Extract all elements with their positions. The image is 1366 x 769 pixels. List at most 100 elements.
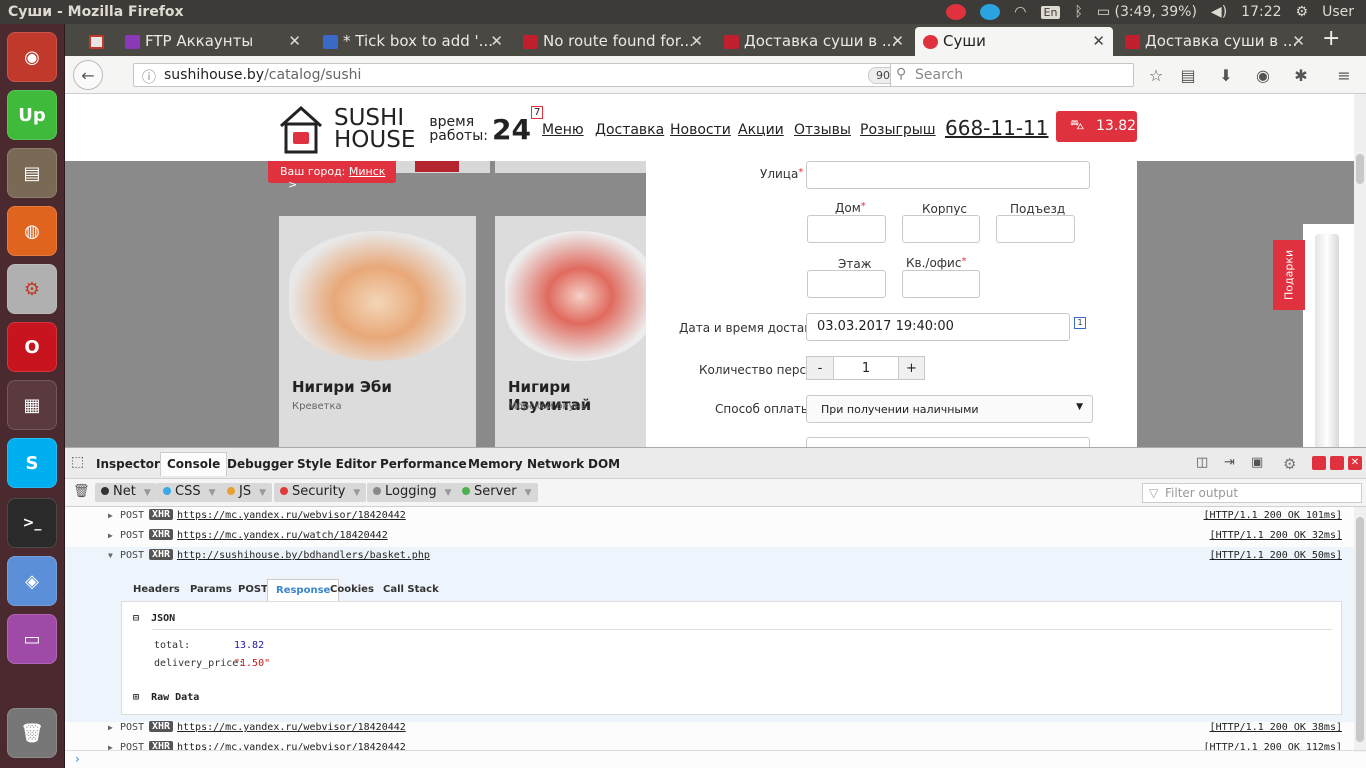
json-section-header[interactable]: ⊟ JSON bbox=[133, 613, 175, 624]
record-icon[interactable] bbox=[946, 4, 967, 20]
close-tab-icon[interactable]: ✕ bbox=[891, 32, 904, 50]
devtools-settings-icon[interactable]: ⚙ bbox=[1283, 455, 1296, 473]
tab-delivery-2[interactable]: Доставка суши в ... ✕ bbox=[1117, 27, 1313, 56]
filter-net-button[interactable]: Net ▼ bbox=[95, 483, 157, 502]
tab-ftp[interactable]: FTP Аккаунты ✕ bbox=[117, 27, 309, 56]
console-input[interactable]: › bbox=[65, 750, 1366, 769]
close-tab-icon[interactable]: ✕ bbox=[490, 32, 503, 50]
ubuntu-dash-icon[interactable]: ◉ bbox=[7, 32, 57, 82]
korpus-input[interactable] bbox=[902, 215, 980, 243]
apt-input[interactable] bbox=[902, 270, 980, 298]
close-tab-icon[interactable]: ✕ bbox=[1092, 32, 1105, 50]
reading-list-icon[interactable]: ▤ bbox=[1175, 62, 1201, 88]
app-window-icon[interactable]: ▭ bbox=[7, 614, 57, 664]
payment-select[interactable]: При получении наличными ▼ bbox=[806, 395, 1093, 423]
close-tab-icon[interactable]: ✕ bbox=[288, 32, 301, 50]
back-button[interactable]: ← bbox=[73, 60, 103, 90]
clear-console-icon[interactable]: 🗑 bbox=[73, 484, 90, 499]
site-logo[interactable]: SUSHI HOUSE время работы: 24 7 bbox=[278, 104, 544, 154]
volume-icon[interactable]: ◀) bbox=[1211, 4, 1227, 20]
phone-number[interactable]: 668-11-11 bbox=[945, 116, 1049, 140]
bluetooth-icon[interactable]: ᛒ bbox=[1074, 4, 1082, 20]
url-bar[interactable]: ⓘ sushihouse.by/catalog/sushi 90% ↻ bbox=[133, 63, 948, 87]
collapse-arrow-icon[interactable]: ▼ bbox=[108, 551, 113, 560]
house-input[interactable] bbox=[807, 215, 886, 243]
close-devtools-icon[interactable]: ✕ bbox=[1348, 456, 1362, 470]
add-button-partial[interactable] bbox=[415, 161, 459, 172]
expand-arrow-icon[interactable]: ▶ bbox=[108, 531, 113, 540]
terminal-icon[interactable]: >_ bbox=[7, 498, 57, 548]
request-url[interactable]: http://sushihouse.by/bdhandlers/basket.p… bbox=[177, 550, 430, 561]
skype-icon[interactable]: S bbox=[7, 438, 57, 488]
tab-style-editor[interactable]: Style Editor bbox=[297, 457, 376, 471]
nav-reviews[interactable]: Отзывы bbox=[794, 122, 851, 138]
tab-console[interactable]: Console bbox=[160, 452, 228, 476]
request-status[interactable]: [HTTP/1.1 200 OK 101ms] bbox=[1204, 510, 1342, 521]
console-scrollbar[interactable] bbox=[1354, 507, 1366, 752]
tab-no-route[interactable]: No route found for... ✕ bbox=[515, 27, 711, 56]
virtualbox-icon[interactable]: ◈ bbox=[7, 556, 57, 606]
street-input[interactable] bbox=[806, 161, 1090, 189]
scrollbar-thumb[interactable] bbox=[1356, 154, 1364, 184]
tab-performance[interactable]: Performance bbox=[380, 457, 467, 471]
city-selector[interactable]: Ваш город: Минск > bbox=[268, 161, 396, 191]
search-input[interactable]: ⚲ Search bbox=[890, 63, 1134, 87]
request-status[interactable]: [HTTP/1.1 200 OK 50ms] bbox=[1210, 550, 1342, 561]
firefox-icon[interactable]: ◍ bbox=[7, 206, 57, 256]
tab-debugger[interactable]: Debugger bbox=[227, 457, 293, 471]
request-url[interactable]: https://mc.yandex.ru/webvisor/18420442 bbox=[177, 510, 406, 521]
expand-icon[interactable]: ⊞ bbox=[133, 692, 139, 703]
nav-menu[interactable]: Меню bbox=[542, 122, 584, 138]
dock-side-icon[interactable]: ◫ bbox=[1196, 455, 1208, 470]
nav-promos[interactable]: Акции bbox=[738, 122, 784, 138]
wifi-icon[interactable]: ◠ bbox=[1014, 4, 1026, 20]
filter-server-button[interactable]: Server ▼ bbox=[456, 483, 538, 502]
persons-plus-button[interactable]: + bbox=[898, 357, 924, 379]
system-settings-icon[interactable]: ⚙ bbox=[7, 264, 57, 314]
settings-gear-icon[interactable]: ⚙ bbox=[1296, 4, 1309, 20]
filter-js-button[interactable]: JS ▼ bbox=[221, 483, 273, 502]
floor-input[interactable] bbox=[807, 270, 886, 298]
filter-security-button[interactable]: Security ▼ bbox=[274, 483, 367, 502]
product-name[interactable]: Нигири Эби bbox=[292, 378, 392, 396]
raw-data-section-header[interactable]: ⊞ Raw Data bbox=[133, 692, 199, 703]
product-card[interactable]: Нигири Изумитай Морской окунь bbox=[495, 216, 655, 447]
log-row[interactable]: ▶ POST XHR https://mc.yandex.ru/webvisor… bbox=[65, 719, 1355, 739]
next-input-partial[interactable] bbox=[806, 437, 1090, 447]
request-status[interactable]: [HTTP/1.1 200 OK 32ms] bbox=[1210, 530, 1342, 541]
tab-call-stack[interactable]: Call Stack bbox=[375, 579, 447, 601]
tab-tick-box[interactable]: * Tick box to add '... ✕ bbox=[315, 27, 511, 56]
responsive-mode-icon[interactable]: ▣ bbox=[1251, 455, 1263, 470]
workspace-switcher-icon[interactable]: ▦ bbox=[7, 380, 57, 430]
expand-arrow-icon[interactable]: ▶ bbox=[108, 723, 113, 732]
files-icon[interactable]: ▤ bbox=[7, 148, 57, 198]
json-value[interactable]: "1.50" bbox=[234, 658, 270, 669]
page-scrollbar[interactable] bbox=[1354, 94, 1366, 447]
filter-logging-button[interactable]: Logging ▼ bbox=[367, 483, 458, 502]
request-url[interactable]: https://mc.yandex.ru/watch/18420442 bbox=[177, 530, 388, 541]
request-status[interactable]: [HTTP/1.1 200 OK 38ms] bbox=[1210, 722, 1342, 733]
clock[interactable]: 17:22 bbox=[1241, 4, 1281, 20]
json-value[interactable]: 13.82 bbox=[234, 640, 264, 651]
datetime-input[interactable]: 03.03.2017 19:40:00 bbox=[806, 313, 1070, 341]
persons-minus-button[interactable]: - bbox=[807, 357, 834, 379]
collapse-icon[interactable]: ⊟ bbox=[133, 613, 139, 624]
dock-icon[interactable] bbox=[1330, 456, 1344, 470]
hamburger-menu-icon[interactable]: ≡ bbox=[1331, 62, 1357, 88]
filter-css-button[interactable]: CSS ▼ bbox=[157, 483, 222, 502]
info-icon[interactable]: ⓘ bbox=[142, 67, 156, 87]
nav-giveaway[interactable]: Розыгрыш bbox=[860, 122, 936, 138]
tab-memory[interactable]: Memory bbox=[468, 457, 523, 471]
tab-delivery-1[interactable]: Доставка суши в ... ✕ bbox=[716, 27, 912, 56]
tab-headers[interactable]: Headers bbox=[125, 579, 188, 601]
nav-news[interactable]: Новости bbox=[670, 122, 731, 138]
undock-icon[interactable] bbox=[1312, 456, 1326, 470]
gifts-tab[interactable]: Подарки bbox=[1273, 240, 1305, 310]
expand-arrow-icon[interactable]: ▶ bbox=[108, 743, 113, 750]
downloads-icon[interactable]: ⬇ bbox=[1213, 62, 1239, 88]
tab-cookies[interactable]: Cookies bbox=[322, 579, 382, 601]
scrollbar-thumb[interactable] bbox=[1356, 517, 1364, 742]
upwork-icon[interactable]: Up bbox=[7, 90, 57, 140]
tab-sushi-active[interactable]: Суши ✕ bbox=[915, 27, 1113, 56]
battery-indicator[interactable]: ▭ (3:49, 39%) bbox=[1097, 4, 1197, 20]
